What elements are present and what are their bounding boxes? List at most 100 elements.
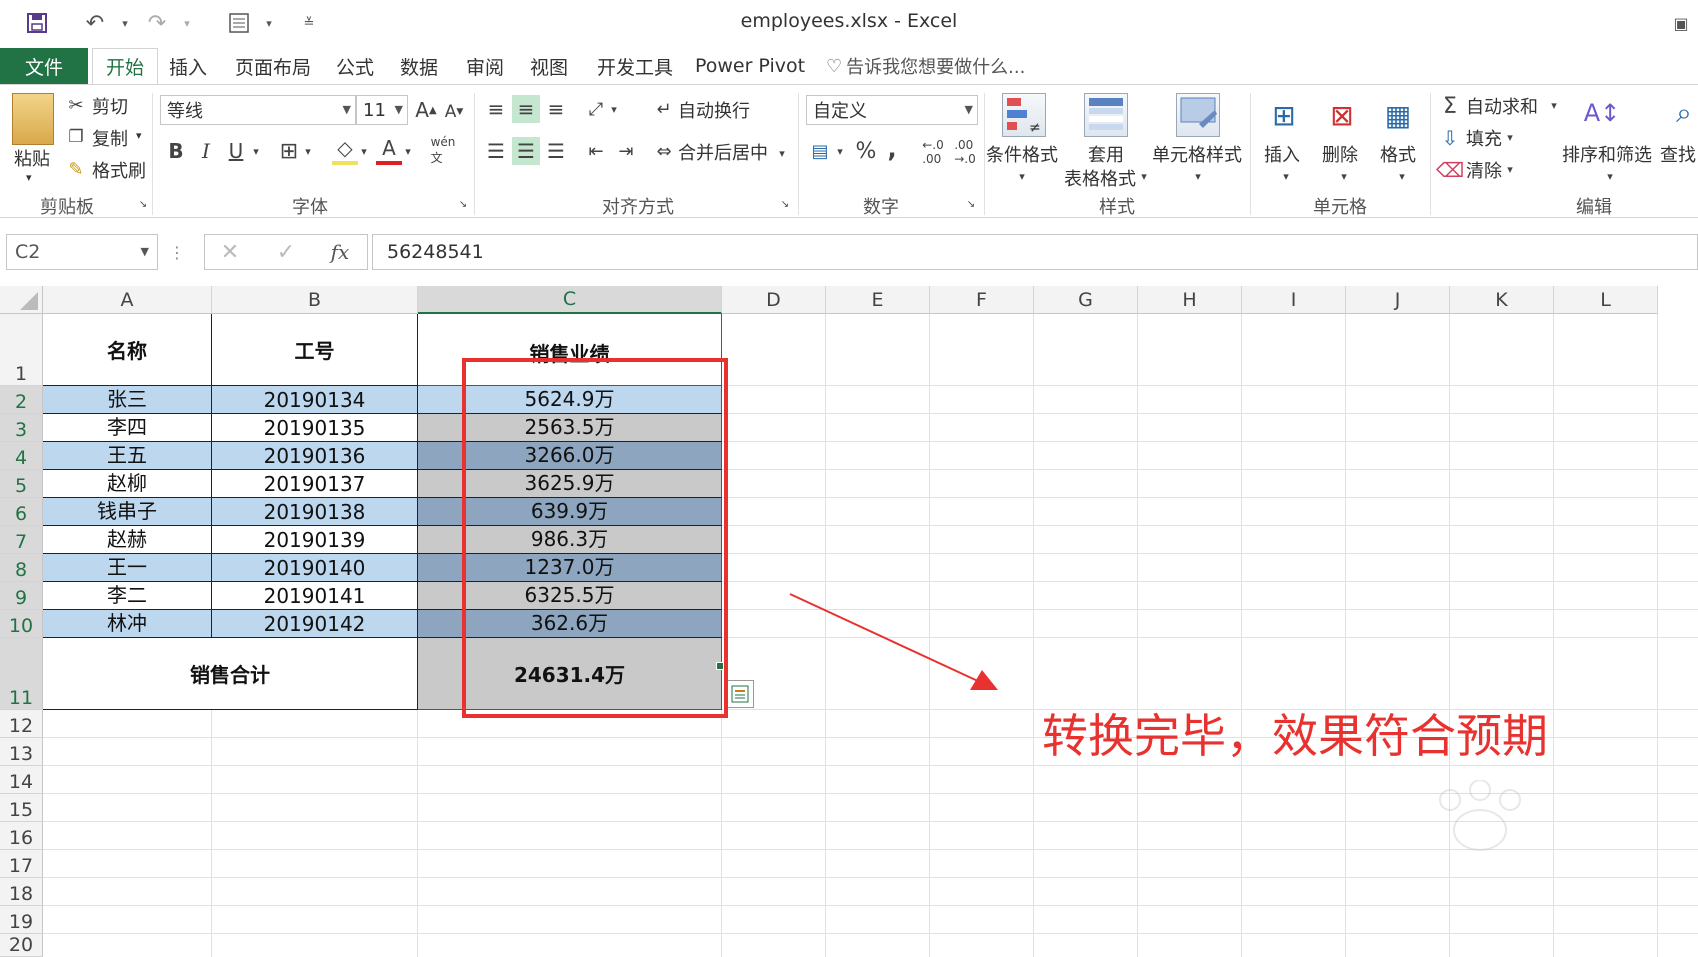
tab-power-pivot[interactable]: Power Pivot [694, 48, 806, 84]
number-format-select[interactable]: 自定义 ▼ [806, 95, 978, 125]
insert-dropdown-icon[interactable]: ▾ [1280, 169, 1292, 183]
more-options-icon[interactable]: ⋮ [169, 240, 185, 264]
row-header-19[interactable]: 19 [0, 906, 43, 934]
row-header-13[interactable]: 13 [0, 738, 43, 766]
row-header-15[interactable]: 15 [0, 794, 43, 822]
row-header-5[interactable]: 5 [0, 470, 43, 498]
delete-dropdown-icon[interactable]: ▾ [1338, 169, 1350, 183]
tab-view[interactable]: 视图 [524, 48, 574, 84]
format-as-table-icon[interactable] [1084, 93, 1128, 137]
orientation-dropdown-icon[interactable]: ▾ [608, 99, 620, 119]
name-cell[interactable]: 王五 [43, 442, 212, 470]
row-header-17[interactable]: 17 [0, 850, 43, 878]
format-as-table-line2[interactable]: 表格格式 [1064, 165, 1136, 191]
format-painter-button[interactable]: 格式刷 [92, 157, 146, 183]
name-cell[interactable]: 林冲 [43, 610, 212, 638]
comma-style-icon[interactable]: , [882, 135, 902, 163]
format-cells-button[interactable]: 格式 [1380, 141, 1416, 167]
tab-formulas[interactable]: 公式 [330, 48, 380, 84]
underline-dropdown-icon[interactable]: ▾ [250, 141, 262, 161]
delete-cells-icon[interactable]: ⊠ [1320, 93, 1364, 137]
tab-developer[interactable]: 开发工具 [590, 48, 680, 84]
cut-button[interactable]: 剪切 [92, 93, 128, 119]
row-header-16[interactable]: 16 [0, 822, 43, 850]
column-header-e[interactable]: E [826, 286, 930, 314]
column-header-b[interactable]: B [212, 286, 418, 314]
tab-review[interactable]: 审阅 [460, 48, 510, 84]
sort-filter-button[interactable]: 排序和筛选 [1562, 141, 1652, 167]
formula-input[interactable]: 56248541 [372, 234, 1698, 270]
percent-icon[interactable]: % [852, 137, 880, 165]
name-cell[interactable]: 赵赫 [43, 526, 212, 554]
id-cell[interactable]: 20190142 [212, 610, 418, 638]
find-select-icon[interactable]: ⌕ [1670, 91, 1698, 135]
format-dropdown-icon[interactable]: ▾ [1396, 169, 1408, 183]
tab-insert[interactable]: 插入 [160, 48, 216, 84]
clear-dropdown-icon[interactable]: ▾ [1504, 159, 1516, 179]
column-header-a[interactable]: A [43, 286, 212, 314]
merge-dropdown-icon[interactable]: ▾ [776, 143, 788, 163]
id-cell[interactable]: 20190136 [212, 442, 418, 470]
align-top-icon[interactable]: ≡ [482, 95, 510, 123]
clear-button[interactable]: 清除 [1466, 157, 1502, 183]
column-header-i[interactable]: I [1242, 286, 1346, 314]
format-cells-icon[interactable]: ▦ [1376, 93, 1420, 137]
name-cell[interactable]: 李四 [43, 414, 212, 442]
number-launcher-icon[interactable]: ↘ [964, 197, 978, 211]
align-right-icon[interactable]: ☰ [542, 137, 570, 165]
id-cell[interactable]: 20190137 [212, 470, 418, 498]
row-header-11[interactable]: 11 [0, 638, 43, 710]
column-header-d[interactable]: D [722, 286, 826, 314]
row-header-9[interactable]: 9 [0, 582, 43, 610]
tab-page-layout[interactable]: 页面布局 [226, 48, 320, 84]
select-all-corner[interactable] [0, 286, 43, 314]
tab-home[interactable]: 开始 [92, 48, 158, 84]
row-header-7[interactable]: 7 [0, 526, 43, 554]
fill-dropdown-icon[interactable]: ▾ [1504, 127, 1516, 147]
row-header-6[interactable]: 6 [0, 498, 43, 526]
clipboard-launcher-icon[interactable]: ↘ [136, 197, 150, 211]
phonetic-icon[interactable]: wén 文 [428, 135, 458, 165]
id-cell[interactable]: 20190140 [212, 554, 418, 582]
paste-dropdown-icon[interactable]: ▾ [26, 171, 32, 184]
name-cell[interactable]: 张三 [43, 386, 212, 414]
font-name-select[interactable]: 等线 ▼ [160, 95, 356, 125]
id-cell[interactable]: 20190141 [212, 582, 418, 610]
header-cell-id[interactable]: 工号 [212, 314, 418, 386]
borders-icon[interactable]: ⊞ [276, 137, 302, 165]
column-header-g[interactable]: G [1034, 286, 1138, 314]
row-header-10[interactable]: 10 [0, 610, 43, 638]
name-cell[interactable]: 钱串子 [43, 498, 212, 526]
id-cell[interactable]: 20190134 [212, 386, 418, 414]
conditional-formatting-icon[interactable]: ≠ [1002, 93, 1046, 137]
column-header-k[interactable]: K [1450, 286, 1554, 314]
decrease-font-icon[interactable]: A ▼ [442, 99, 466, 125]
row-header-8[interactable]: 8 [0, 554, 43, 582]
autosum-dropdown-icon[interactable]: ▾ [1548, 95, 1560, 115]
accounting-dropdown-icon[interactable]: ▾ [834, 141, 846, 161]
orientation-icon[interactable]: ⤢ [582, 95, 610, 123]
quick-analysis-icon[interactable] [726, 680, 754, 708]
font-size-select[interactable]: 11 ▼ [356, 95, 408, 125]
column-header-c[interactable]: C [418, 286, 722, 314]
name-box[interactable]: C2 ▼ [6, 234, 158, 270]
row-header-4[interactable]: 4 [0, 442, 43, 470]
copy-dropdown-icon[interactable]: ▾ [136, 129, 142, 142]
ribbon-display-icon[interactable]: ▣ [1668, 10, 1694, 36]
id-cell[interactable]: 20190135 [212, 414, 418, 442]
id-cell[interactable]: 20190138 [212, 498, 418, 526]
increase-font-icon[interactable]: A ▲ [414, 97, 438, 123]
increase-indent-icon[interactable]: ⇥ [612, 137, 640, 165]
column-header-l[interactable]: L [1554, 286, 1658, 314]
paste-button-label[interactable]: 粘贴 [14, 145, 50, 171]
name-cell[interactable]: 李二 [43, 582, 212, 610]
conditional-dropdown-icon[interactable]: ▾ [1016, 169, 1028, 183]
autosum-button[interactable]: 自动求和 [1466, 93, 1538, 119]
header-cell-name[interactable]: 名称 [43, 314, 212, 386]
confirm-icon[interactable]: ✓ [272, 238, 300, 266]
format-as-table-line1[interactable]: 套用 [1088, 141, 1124, 167]
bold-icon[interactable]: B [164, 137, 188, 165]
fill-color-dropdown-icon[interactable]: ▾ [358, 141, 370, 161]
align-center-icon[interactable]: ☰ [512, 137, 540, 165]
align-middle-icon[interactable]: ≡ [512, 95, 540, 123]
